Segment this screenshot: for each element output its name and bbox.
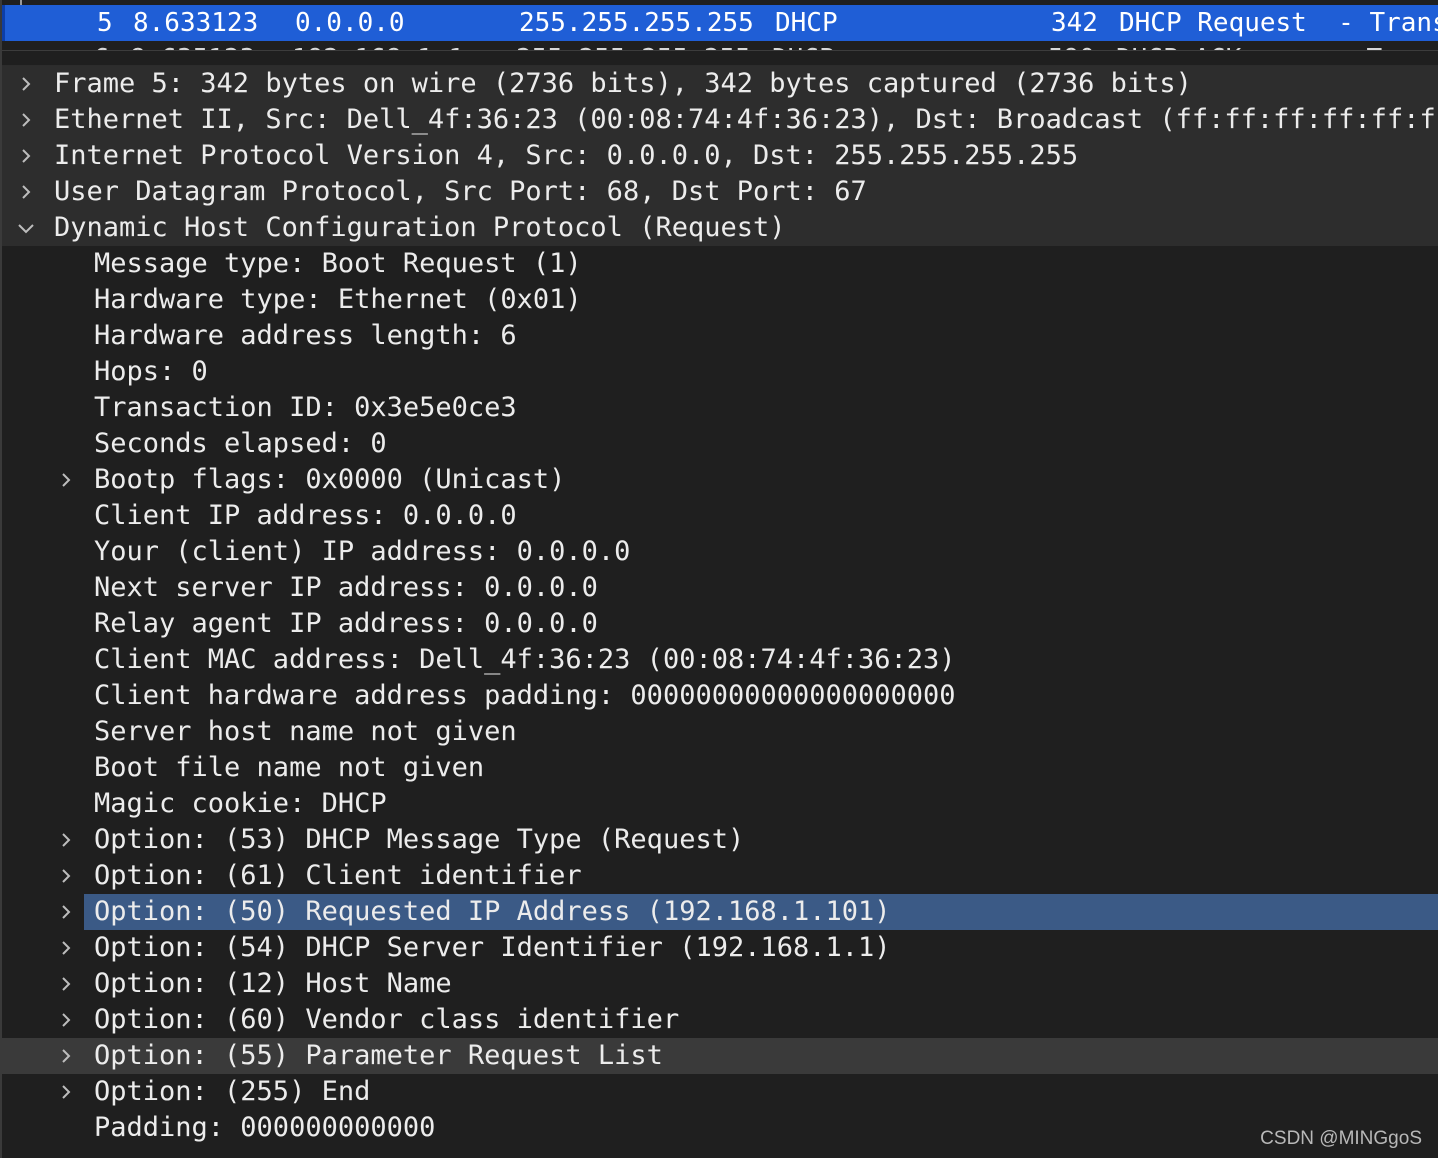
field-label: Hardware address length: 6	[94, 320, 517, 351]
packet-details-pane[interactable]: Frame 5: 342 bytes on wire (2736 bits), …	[2, 66, 1438, 1158]
field-hops[interactable]: Hops: 0	[2, 354, 1438, 390]
packet-source: 192.168.1.1	[292, 41, 464, 50]
field-label: Next server IP address: 0.0.0.0	[94, 572, 598, 603]
field-label: Server host name not given	[94, 716, 517, 747]
field-relay-agent-ip[interactable]: Relay agent IP address: 0.0.0.0	[2, 606, 1438, 642]
field-client-hw-padding[interactable]: Client hardware address padding: 0000000…	[2, 678, 1438, 714]
chevron-right-icon[interactable]	[56, 930, 76, 966]
field-label: Message type: Boot Request (1)	[94, 248, 582, 279]
option-53[interactable]: Option: (53) DHCP Message Type (Request)	[2, 822, 1438, 858]
field-label: Magic cookie: DHCP	[94, 788, 387, 819]
option-12[interactable]: Option: (12) Host Name	[2, 966, 1438, 1002]
field-label: Hops: 0	[94, 356, 208, 387]
packet-destination: 255.255.255.255	[516, 41, 751, 50]
field-server-host-name[interactable]: Server host name not given	[2, 714, 1438, 750]
field-hw-addr-len[interactable]: Hardware address length: 6	[2, 318, 1438, 354]
tree-item-frame[interactable]: Frame 5: 342 bytes on wire (2736 bits), …	[2, 66, 1438, 102]
field-label: Option: (61) Client identifier	[94, 860, 582, 891]
field-label: Option: (53) DHCP Message Type (Request)	[94, 824, 745, 855]
field-label: Client IP address: 0.0.0.0	[94, 500, 517, 531]
field-your-ip[interactable]: Your (client) IP address: 0.0.0.0	[2, 534, 1438, 570]
chevron-down-icon[interactable]	[16, 210, 36, 246]
packet-info: DHCP Request - Trans	[1119, 8, 1438, 38]
tree-item-udp[interactable]: User Datagram Protocol, Src Port: 68, Ds…	[2, 174, 1438, 210]
field-label: Padding: 000000000000	[94, 1112, 436, 1143]
field-seconds-elapsed[interactable]: Seconds elapsed: 0	[2, 426, 1438, 462]
field-label: Hardware type: Ethernet (0x01)	[94, 284, 582, 315]
chevron-right-icon[interactable]	[56, 858, 76, 894]
packet-no: 5	[97, 8, 113, 38]
chevron-right-icon[interactable]	[16, 66, 36, 102]
chevron-right-icon[interactable]	[16, 102, 36, 138]
option-255[interactable]: Option: (255) End	[2, 1074, 1438, 1110]
packet-length: 590	[1048, 41, 1095, 50]
chevron-right-icon[interactable]	[16, 138, 36, 174]
tree-item-label: Frame 5: 342 bytes on wire (2736 bits), …	[54, 68, 1192, 99]
packet-length: 342	[1051, 8, 1098, 38]
chevron-right-icon[interactable]	[56, 1074, 76, 1110]
field-transaction-id[interactable]: Transaction ID: 0x3e5e0ce3	[2, 390, 1438, 426]
packet-time: 8.635123	[130, 41, 255, 50]
field-bootp-flags[interactable]: Bootp flags: 0x0000 (Unicast)	[2, 462, 1438, 498]
field-padding[interactable]: Padding: 000000000000	[2, 1110, 1438, 1146]
packet-row-selected[interactable]: 5 8.633123 0.0.0.0 255.255.255.255 DHCP …	[2, 5, 1438, 41]
chevron-right-icon[interactable]	[56, 966, 76, 1002]
packet-row[interactable]: 6 8.635123 192.168.1.1 255.255.255.255 D…	[2, 41, 1438, 50]
chevron-right-icon[interactable]	[56, 822, 76, 858]
packet-protocol: DHCP	[772, 41, 835, 50]
field-next-server-ip[interactable]: Next server IP address: 0.0.0.0	[2, 570, 1438, 606]
field-label: Relay agent IP address: 0.0.0.0	[94, 608, 598, 639]
option-61[interactable]: Option: (61) Client identifier	[2, 858, 1438, 894]
field-label: Option: (255) End	[94, 1076, 371, 1107]
field-label: Client MAC address: Dell_4f:36:23 (00:08…	[94, 644, 956, 675]
field-boot-file-name[interactable]: Boot file name not given	[2, 750, 1438, 786]
tree-item-dhcp[interactable]: Dynamic Host Configuration Protocol (Req…	[2, 210, 1438, 246]
tree-item-label: Ethernet II, Src: Dell_4f:36:23 (00:08:7…	[54, 104, 1438, 135]
packet-source: 0.0.0.0	[295, 8, 405, 38]
field-label: Option: (55) Parameter Request List	[94, 1040, 663, 1071]
field-client-mac[interactable]: Client MAC address: Dell_4f:36:23 (00:08…	[2, 642, 1438, 678]
field-label: Option: (50) Requested IP Address (192.1…	[94, 896, 891, 927]
field-client-ip[interactable]: Client IP address: 0.0.0.0	[2, 498, 1438, 534]
field-magic-cookie[interactable]: Magic cookie: DHCP	[2, 786, 1438, 822]
tree-item-label: Dynamic Host Configuration Protocol (Req…	[54, 212, 786, 243]
option-60[interactable]: Option: (60) Vendor class identifier	[2, 1002, 1438, 1038]
pane-splitter[interactable]	[2, 50, 1438, 66]
packet-no: 6	[94, 41, 110, 50]
watermark: CSDN @MINGgoS	[1260, 1128, 1422, 1149]
chevron-right-icon[interactable]	[16, 174, 36, 210]
tree-item-ethernet[interactable]: Ethernet II, Src: Dell_4f:36:23 (00:08:7…	[2, 102, 1438, 138]
field-label: Transaction ID: 0x3e5e0ce3	[94, 392, 517, 423]
chevron-right-icon[interactable]	[56, 894, 76, 930]
chevron-right-icon[interactable]	[56, 1002, 76, 1038]
packet-list-pane[interactable]: 5 8.633123 0.0.0.0 255.255.255.255 DHCP …	[2, 0, 1438, 50]
field-label: Seconds elapsed: 0	[94, 428, 387, 459]
packet-info: DHCP ACK - T	[1116, 41, 1382, 50]
field-label: Your (client) IP address: 0.0.0.0	[94, 536, 631, 567]
option-50-selected[interactable]: Option: (50) Requested IP Address (192.1…	[2, 894, 1438, 930]
field-message-type[interactable]: Message type: Boot Request (1)	[2, 246, 1438, 282]
packet-time: 8.633123	[133, 8, 259, 38]
field-label: Option: (60) Vendor class identifier	[94, 1004, 680, 1035]
chevron-right-icon[interactable]	[56, 462, 76, 498]
field-label: Boot file name not given	[94, 752, 485, 783]
tree-item-label: User Datagram Protocol, Src Port: 68, Ds…	[54, 176, 867, 207]
field-label: Option: (54) DHCP Server Identifier (192…	[94, 932, 891, 963]
chevron-right-icon[interactable]	[56, 1038, 76, 1074]
field-label: Bootp flags: 0x0000 (Unicast)	[94, 464, 566, 495]
tree-item-label: Internet Protocol Version 4, Src: 0.0.0.…	[54, 140, 1079, 171]
packet-protocol: DHCP	[775, 8, 838, 38]
tree-item-ip[interactable]: Internet Protocol Version 4, Src: 0.0.0.…	[2, 138, 1438, 174]
field-hardware-type[interactable]: Hardware type: Ethernet (0x01)	[2, 282, 1438, 318]
packet-analyzer-window: 5 8.633123 0.0.0.0 255.255.255.255 DHCP …	[0, 0, 1438, 1158]
option-55[interactable]: Option: (55) Parameter Request List	[2, 1038, 1438, 1074]
field-label: Option: (12) Host Name	[94, 968, 452, 999]
field-label: Client hardware address padding: 0000000…	[94, 680, 956, 711]
option-54[interactable]: Option: (54) DHCP Server Identifier (192…	[2, 930, 1438, 966]
packet-destination: 255.255.255.255	[519, 8, 754, 38]
